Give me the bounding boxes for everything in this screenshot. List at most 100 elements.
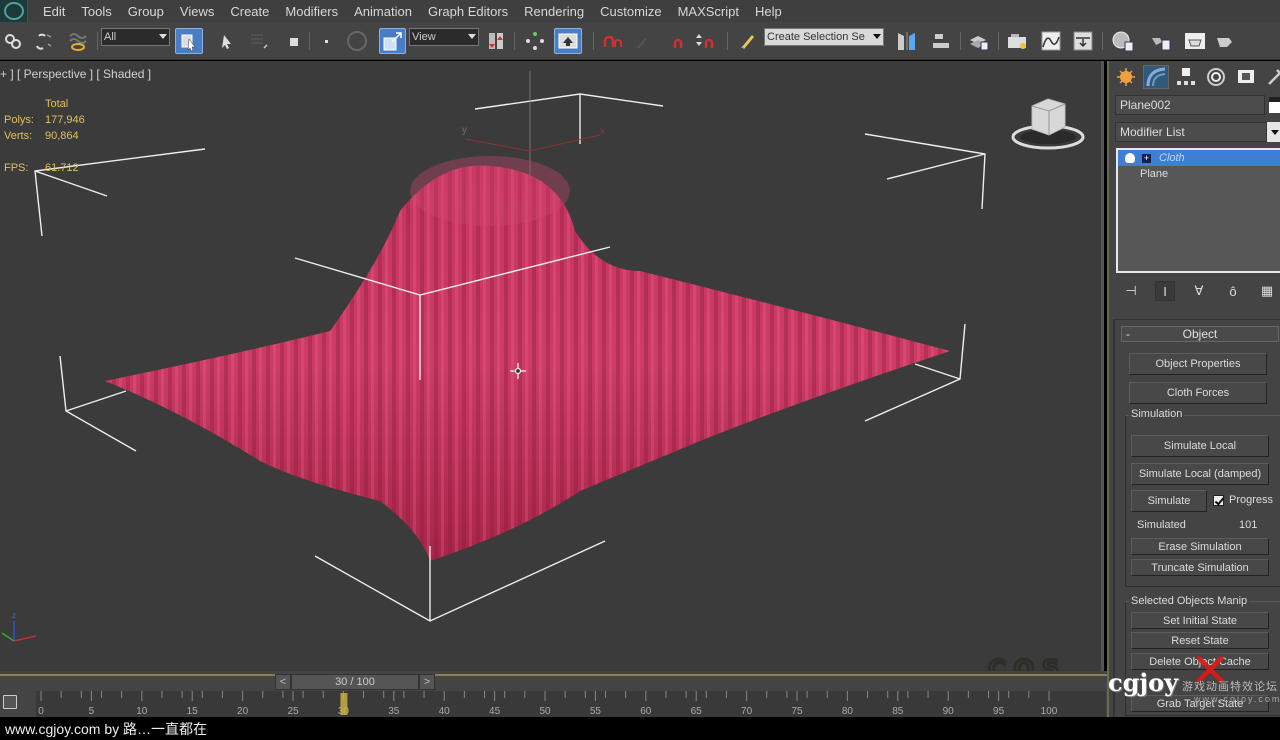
frame-tick-label: 100 [1041, 706, 1058, 717]
angle-snap-icon[interactable] [632, 28, 658, 54]
menu-edit[interactable]: Edit [43, 4, 65, 19]
render-production-icon[interactable] [1214, 28, 1240, 54]
menu-group[interactable]: Group [128, 4, 164, 19]
previous-frame-button[interactable]: < [275, 674, 291, 690]
rotate-icon[interactable] [344, 28, 370, 54]
stack-item-cloth[interactable]: + Cloth [1118, 150, 1280, 166]
window-crossing-icon[interactable] [280, 28, 306, 54]
stack-item-plane[interactable]: Plane [1118, 166, 1280, 182]
pin-stack-icon[interactable]: ⊣ [1121, 281, 1141, 301]
object-rollout: - Object Object Properties Cloth Forces … [1113, 319, 1280, 719]
simulate-button[interactable]: Simulate [1131, 490, 1207, 512]
create-tab-icon[interactable] [1113, 65, 1139, 89]
menu-graph-editors[interactable]: Graph Editors [428, 4, 508, 19]
hierarchy-tab-icon[interactable] [1173, 65, 1199, 89]
truncate-simulation-button[interactable]: Truncate Simulation [1131, 559, 1269, 576]
material-editor-icon[interactable] [1110, 28, 1136, 54]
reset-state-button[interactable]: Reset State [1131, 632, 1269, 649]
link-icon[interactable] [0, 28, 26, 54]
menu-modifiers[interactable]: Modifiers [285, 4, 338, 19]
next-frame-button[interactable]: > [419, 674, 435, 690]
frame-tick-label: 70 [741, 706, 753, 717]
move-icon[interactable] [313, 28, 339, 54]
collapse-icon: - [1126, 327, 1130, 341]
verts-value: 90,864 [45, 130, 79, 142]
object-name-field[interactable]: Plane002 [1115, 95, 1265, 115]
select-region-icon[interactable] [246, 28, 272, 54]
percent-snap-icon[interactable] [665, 28, 691, 54]
delete-object-cache-button[interactable]: Delete Object Cache [1131, 653, 1269, 670]
mirror-tool-icon[interactable] [895, 28, 921, 54]
viewport-label[interactable]: + ] [ Perspective ] [ Shaded ] [0, 67, 151, 81]
axis-x-label: x [600, 126, 605, 137]
menu-views[interactable]: Views [180, 4, 214, 19]
make-unique-icon[interactable]: ∀ [1189, 281, 1209, 301]
manipulate-icon[interactable] [554, 28, 582, 54]
grab-target-state-button[interactable]: Grab Target State [1131, 695, 1269, 712]
remove-modifier-icon[interactable]: ô [1223, 281, 1243, 301]
progress-label: Progress [1229, 494, 1274, 506]
polys-label: Polys: [4, 114, 34, 126]
bind-space-warp-icon[interactable] [65, 28, 91, 54]
configure-modifier-sets-icon[interactable]: ▦ [1257, 281, 1277, 301]
spinner-snap-icon[interactable] [693, 28, 719, 54]
schematic-view-icon[interactable] [1070, 28, 1096, 54]
app-logo-icon[interactable] [0, 0, 28, 22]
viewcube-icon[interactable] [1010, 91, 1086, 153]
menu-rendering[interactable]: Rendering [524, 4, 584, 19]
axis-y-label: y [462, 125, 467, 136]
select-cursor-icon[interactable] [213, 28, 239, 54]
reference-coordinate-dropdown[interactable]: View [409, 28, 479, 46]
modifier-list-dropdown[interactable]: Modifier List [1115, 122, 1267, 142]
menu-help[interactable]: Help [755, 4, 782, 19]
show-end-result-icon[interactable]: I [1155, 281, 1175, 301]
simulate-local-damped-button[interactable]: Simulate Local (damped) [1131, 463, 1269, 485]
menu-animation[interactable]: Animation [354, 4, 412, 19]
select-object-icon[interactable] [175, 28, 203, 54]
erase-simulation-button[interactable]: Erase Simulation [1131, 538, 1269, 555]
object-properties-button[interactable]: Object Properties [1129, 353, 1267, 375]
display-tab-icon[interactable] [1233, 65, 1259, 89]
object-color-swatch[interactable] [1269, 97, 1280, 113]
pivot-icon[interactable] [484, 28, 510, 54]
object-rollout-header[interactable]: - Object [1121, 326, 1279, 342]
edit-named-selection-icon[interactable] [734, 28, 760, 54]
menu-customize[interactable]: Customize [600, 4, 661, 19]
lightbulb-icon[interactable] [1125, 153, 1135, 163]
cloth-forces-button[interactable]: Cloth Forces [1129, 382, 1267, 404]
modifier-list-arrow-icon[interactable] [1267, 122, 1280, 142]
selection-center-icon[interactable] [522, 28, 548, 54]
simulate-local-button[interactable]: Simulate Local [1131, 435, 1269, 457]
selection-filter-dropdown[interactable]: All [101, 28, 170, 46]
time-slider[interactable]: < 30 / 100 > [275, 674, 435, 690]
track-bar[interactable]: 0510152025303540455055606570758085909510… [36, 691, 1106, 717]
curve-editor-icon[interactable] [1038, 28, 1064, 54]
menu-maxscript[interactable]: MAXScript [678, 4, 739, 19]
scene-canvas[interactable]: y x z [0, 61, 1104, 671]
snap-2d-icon[interactable] [600, 28, 626, 54]
utilities-tab-icon[interactable] [1263, 65, 1280, 89]
unlink-icon[interactable] [31, 28, 57, 54]
menu-tools[interactable]: Tools [81, 4, 111, 19]
scale-icon[interactable] [379, 28, 406, 54]
expand-icon[interactable]: + [1142, 153, 1151, 163]
align-tool-icon[interactable] [929, 28, 955, 54]
mini-curve-editor-icon[interactable] [3, 695, 17, 709]
render-setup-icon[interactable] [1148, 28, 1174, 54]
modifier-stack: + Cloth Plane [1116, 148, 1280, 273]
motion-tab-icon[interactable] [1203, 65, 1229, 89]
modify-tab-icon[interactable] [1143, 65, 1169, 89]
axis-tripod-icon: z [1, 611, 37, 642]
progress-checkbox[interactable] [1213, 495, 1224, 506]
perspective-viewport[interactable]: y x z + ] [ Perspective ] [Shaded] Tot… [0, 61, 1104, 671]
menu-create[interactable]: Create [230, 4, 269, 19]
layer-manager-icon[interactable] [966, 28, 992, 54]
time-slider-value[interactable]: 30 / 100 [291, 674, 419, 690]
scene-explorer-icon[interactable] [1005, 28, 1031, 54]
rendered-frame-icon[interactable] [1182, 28, 1208, 54]
timeline: < 30 / 100 > 051015202530354045505560657… [0, 671, 1107, 717]
current-frame-marker[interactable] [340, 693, 348, 715]
named-selection-dropdown[interactable]: Create Selection Se [764, 28, 884, 46]
polys-value: 177,946 [45, 114, 85, 126]
set-initial-state-button[interactable]: Set Initial State [1131, 612, 1269, 629]
